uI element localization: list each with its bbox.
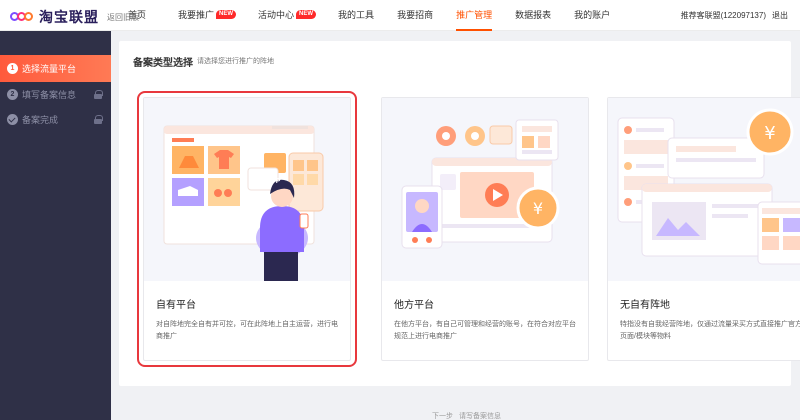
new-badge: NEW [216, 10, 237, 19]
card-title: 无自有阵地 [620, 300, 670, 311]
next-label: 下一步 [432, 413, 453, 420]
card-description: 对自阵地完全自有并可控，可在此阵地上自主运营，进行电商推广 [156, 321, 338, 340]
user-name[interactable]: 推荐客联盟(122097137) [681, 11, 766, 20]
next-step-button[interactable]: 下一步 请写备案信息 [432, 411, 507, 420]
record-type-panel: 备案类型选择 请选择您进行推广的阵地 APP 自有平台 对自阵地完全自有并可控，… [119, 41, 800, 386]
step-number: 2 [7, 89, 18, 100]
panel-title: 备案类型选择 [133, 58, 193, 69]
nav-item-promo-manage[interactable]: 推广管理 [450, 0, 499, 31]
card-title: 他方平台 [394, 300, 434, 311]
next-hint: 请写备案信息 [459, 413, 501, 420]
svg-text:¥: ¥ [764, 123, 775, 144]
nav-item-merchants[interactable]: 我要招商 [397, 0, 433, 31]
logout-link[interactable]: 退出 [772, 11, 788, 20]
step-label: 备案完成 [22, 115, 59, 125]
step-complete[interactable]: 备案完成 [0, 106, 111, 133]
nav-item-reports[interactable]: 数据报表 [515, 0, 551, 31]
check-circle-icon [7, 114, 18, 125]
panel-subtitle: 请选择您进行推广的阵地 [197, 58, 274, 65]
nav-item-promote[interactable]: 我要推广 NEW [178, 0, 237, 31]
step-number: 1 [7, 63, 18, 74]
step-label: 选择流量平台 [22, 64, 77, 74]
nav-item-tools[interactable]: 我的工具 [338, 0, 374, 31]
svg-text:¥: ¥ [533, 199, 543, 218]
step-select-platform[interactable]: 1 选择流量平台 [0, 55, 111, 82]
lock-icon [94, 90, 103, 99]
user-info: 推荐客联盟(122097137) 退出 [675, 10, 788, 21]
app-label: APP [266, 178, 281, 185]
main-nav: 首页 我要推广 NEW 活动中心 NEW 我的工具 我要招商 推广管理 数据报表 我… [120, 0, 610, 31]
card-description: 特指没有自我经营阵地，仅通过流量采买方式直接推广官方页面/模块等物料 [620, 321, 800, 340]
card-description: 在他方平台，有自己可管理和经营的账号，在符合对应平台规范上进行电商推广 [394, 321, 576, 340]
step-label: 填写备案信息 [22, 90, 77, 100]
brand-name: 淘宝联盟 [39, 9, 99, 25]
nav-item-events[interactable]: 活动中心 NEW [258, 0, 317, 31]
own-platform-illustration: APP [144, 98, 350, 281]
step-fill-info[interactable]: 2 填写备案信息 [0, 81, 111, 108]
new-badge: NEW [296, 10, 317, 19]
top-nav-bar: 淘宝联盟 返回旧版 首页 我要推广 NEW 活动中心 NEW 我的工具 我要招商 推… [0, 0, 800, 31]
nav-item-home[interactable]: 首页 [128, 0, 146, 31]
no-own-position-illustration: ¥ [608, 98, 800, 281]
card-title: 自有平台 [156, 300, 196, 311]
third-party-illustration: ¥ [382, 98, 588, 281]
logo-mark-icon [10, 9, 34, 25]
step-sidebar: 1 选择流量平台 2 填写备案信息 备案完成 [0, 31, 111, 420]
card-third-party-platform[interactable]: ¥ 他方平台 在他方平台，有自己可管理和经营的账号，在符合对应平台规范上进行电商… [381, 97, 589, 361]
lock-icon [94, 115, 103, 124]
card-own-platform[interactable]: APP 自有平台 对自阵地完全自有并可控，可在此阵地上自主运营，进行电商推广 [137, 91, 357, 367]
card-no-own-position[interactable]: ¥ 无自有阵地 特指没有自我经营阵地，仅通过流量采买方式直接推广官方页面/模块等… [607, 97, 800, 361]
nav-item-account[interactable]: 我的账户 [574, 0, 610, 31]
